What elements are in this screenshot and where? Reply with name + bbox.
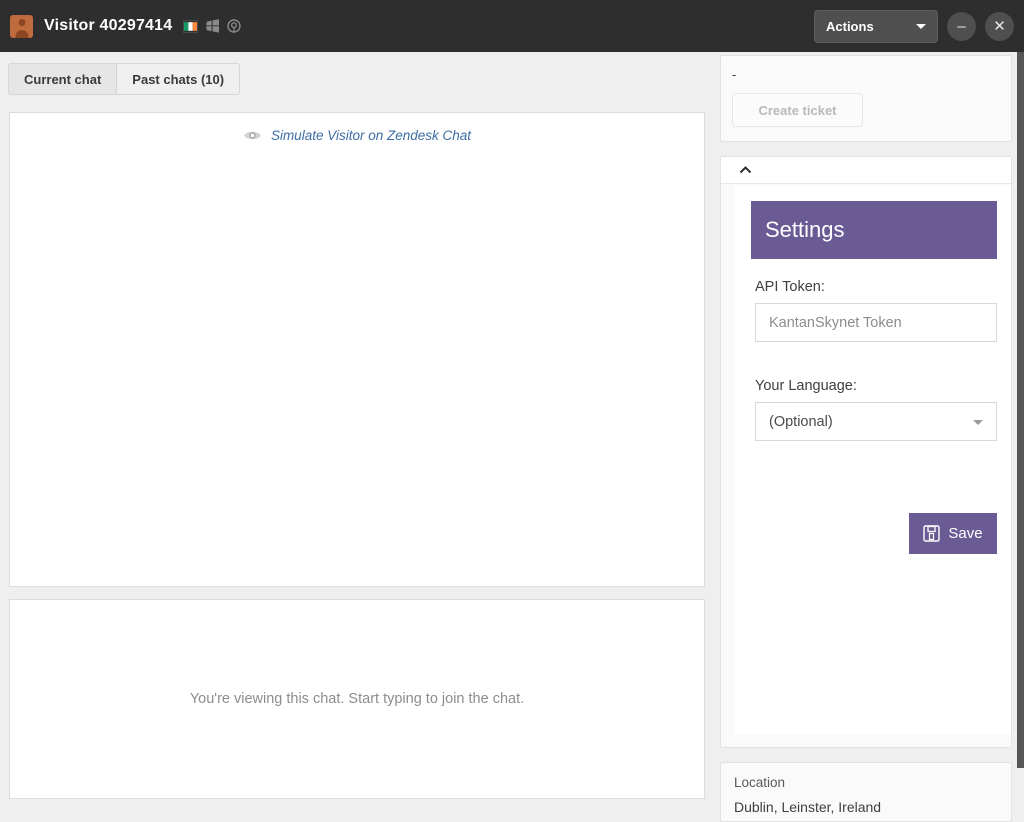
chevron-down-icon — [916, 23, 926, 29]
visitor-meta-icons — [183, 19, 242, 33]
tab-past-chats[interactable]: Past chats (10) — [117, 63, 241, 95]
page-title: Visitor 40297414 — [44, 17, 173, 34]
window-scrollbar[interactable] — [1017, 52, 1024, 768]
user-avatar-icon — [10, 14, 33, 38]
floppy-save-icon — [923, 525, 941, 542]
app-panel-card: Settings API Token: Your Language: (Opti… — [720, 156, 1012, 748]
api-token-input[interactable] — [755, 303, 997, 342]
tab-current-chat[interactable]: Current chat — [8, 63, 118, 95]
browser-globe-icon — [227, 19, 242, 33]
ticket-placeholder-text: - — [732, 67, 737, 82]
api-token-label: API Token: — [755, 279, 825, 295]
eye-icon — [243, 131, 261, 140]
chat-compose-panel[interactable]: You're viewing this chat. Start typing t… — [9, 599, 705, 799]
windows-logo-icon — [206, 19, 220, 33]
actions-button[interactable]: Actions — [814, 9, 938, 43]
settings-app-frame: Settings API Token: Your Language: (Opti… — [735, 186, 1011, 734]
right-sidebar: - Create ticket Settings API Token: Your… — [714, 52, 1024, 822]
save-button[interactable]: Save — [909, 513, 997, 554]
settings-header: Settings — [751, 201, 997, 259]
ticket-card: - Create ticket — [720, 55, 1012, 142]
language-select-value: (Optional) — [769, 413, 833, 430]
actions-button-label: Actions — [826, 18, 874, 34]
location-value: Dublin, Leinster, Ireland — [734, 799, 882, 815]
main-content-column: Current chat Past chats (10) Simulate Vi… — [0, 52, 714, 799]
create-ticket-button[interactable]: Create ticket — [732, 93, 863, 127]
language-label: Your Language: — [755, 378, 857, 394]
chevron-down-icon — [973, 419, 983, 425]
window-controls: Actions – ✕ — [814, 9, 1014, 43]
compose-hint-text: You're viewing this chat. Start typing t… — [189, 691, 525, 707]
location-card: Location Dublin, Leinster, Ireland — [720, 762, 1012, 822]
app-panel-collapse-header[interactable] — [721, 157, 1011, 184]
window-scrollbar-thumb[interactable] — [1017, 52, 1024, 768]
save-button-label: Save — [948, 525, 983, 542]
simulate-visitor-row[interactable]: Simulate Visitor on Zendesk Chat — [10, 113, 704, 143]
minimize-button[interactable]: – — [947, 11, 976, 41]
close-button[interactable]: ✕ — [985, 11, 1014, 41]
window-titlebar: Visitor 40297414 Actions – ✕ — [0, 0, 1024, 52]
chat-tabs: Current chat Past chats (10) — [0, 52, 714, 95]
location-label: Location — [734, 775, 786, 790]
save-row: Save — [735, 513, 1011, 554]
language-select[interactable]: (Optional) — [755, 402, 997, 441]
chat-transcript-panel: Simulate Visitor on Zendesk Chat — [9, 112, 705, 587]
flag-ireland-icon — [183, 19, 199, 33]
chevron-up-icon — [739, 166, 752, 174]
settings-title: Settings — [765, 217, 845, 242]
simulate-visitor-link[interactable]: Simulate Visitor on Zendesk Chat — [271, 128, 471, 143]
